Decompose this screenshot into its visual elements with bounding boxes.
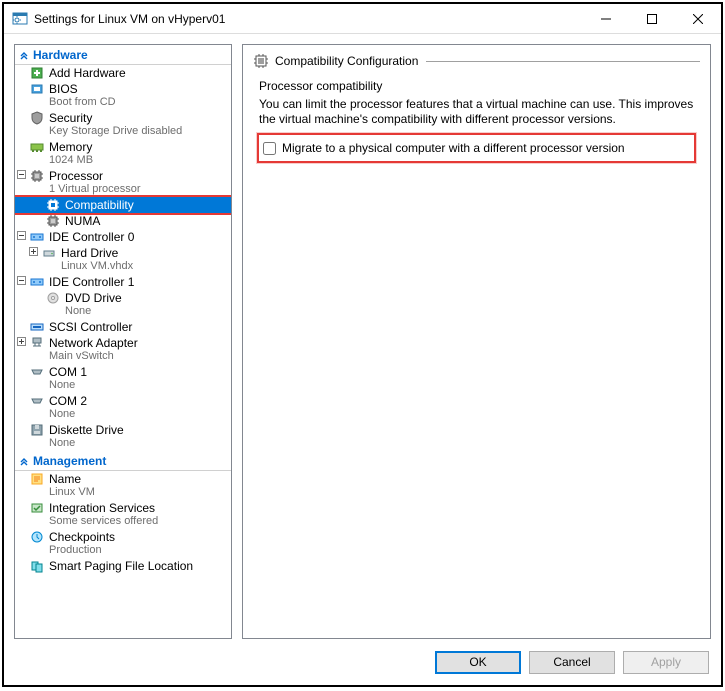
tree-scroll[interactable]: Add Hardware BIOSBoot from CD SecurityKe… [15, 65, 231, 638]
section-header-management[interactable]: Management [15, 451, 231, 471]
controller-icon [29, 230, 45, 244]
tree-item-hard-drive[interactable]: Hard DriveLinux VM.vhdx [15, 245, 231, 274]
tree-item-scsi[interactable]: SCSI Controller [15, 319, 231, 335]
collapse-icon [19, 456, 33, 466]
settings-window: Settings for Linux VM on vHyperv01 Hardw… [2, 2, 723, 687]
maximize-button[interactable] [629, 4, 675, 34]
tree-item-ide-1[interactable]: IDE Controller 1 [15, 274, 231, 290]
tree-item-smart-paging[interactable]: Smart Paging File Location [15, 558, 231, 574]
navigation-tree: Hardware Add Hardware BIOSBoot from CD S… [14, 44, 232, 639]
app-icon [12, 11, 28, 27]
collapse-toggle[interactable] [17, 231, 29, 240]
section-description: You can limit the processor features tha… [259, 97, 694, 127]
apply-button[interactable]: Apply [623, 651, 709, 674]
section-label: Processor compatibility [259, 79, 694, 93]
group-header: Compatibility Configuration [253, 53, 700, 69]
tree-item-integration[interactable]: Integration ServicesSome services offere… [15, 500, 231, 529]
tree-item-bios[interactable]: BIOSBoot from CD [15, 81, 231, 110]
tree-item-processor[interactable]: Processor1 Virtual processor [15, 168, 231, 197]
name-icon [29, 472, 45, 486]
serial-icon [29, 365, 45, 379]
window-title: Settings for Linux VM on vHyperv01 [34, 12, 583, 26]
tree-item-ide-0[interactable]: IDE Controller 0 [15, 229, 231, 245]
tree-item-add-hardware[interactable]: Add Hardware [15, 65, 231, 81]
cancel-button[interactable]: Cancel [529, 651, 615, 674]
titlebar: Settings for Linux VM on vHyperv01 [4, 4, 721, 34]
add-hardware-icon [29, 66, 45, 80]
collapse-toggle[interactable] [17, 276, 29, 285]
tree-item-diskette[interactable]: Diskette DriveNone [15, 422, 231, 451]
memory-icon [29, 140, 45, 154]
bios-icon [29, 82, 45, 96]
processor-icon [45, 214, 61, 228]
processor-icon [253, 53, 269, 69]
tree-item-name[interactable]: NameLinux VM [15, 471, 231, 500]
section-header-hardware[interactable]: Hardware [15, 45, 231, 65]
processor-compat-section: Processor compatibility You can limit th… [253, 79, 700, 163]
group-title: Compatibility Configuration [275, 54, 418, 68]
ok-button[interactable]: OK [435, 651, 521, 674]
section-label: Management [33, 454, 106, 468]
tree-item-checkpoints[interactable]: CheckpointsProduction [15, 529, 231, 558]
diskette-icon [29, 423, 45, 437]
minimize-button[interactable] [583, 4, 629, 34]
migrate-checkbox-label: Migrate to a physical computer with a di… [282, 141, 625, 155]
dvd-icon [45, 291, 61, 305]
close-button[interactable] [675, 4, 721, 34]
checkpoints-icon [29, 530, 45, 544]
tree-item-compatibility[interactable]: Compatibility [15, 197, 231, 213]
divider [426, 61, 700, 62]
serial-icon [29, 394, 45, 408]
controller-icon [29, 320, 45, 334]
tree-item-memory[interactable]: Memory1024 MB [15, 139, 231, 168]
collapse-icon [19, 50, 33, 60]
tree-item-dvd[interactable]: DVD DriveNone [15, 290, 231, 319]
network-icon [29, 336, 45, 350]
paging-icon [29, 559, 45, 573]
tree-item-security[interactable]: SecurityKey Storage Drive disabled [15, 110, 231, 139]
migrate-checkbox[interactable] [263, 142, 276, 155]
tree-item-numa[interactable]: NUMA [15, 213, 231, 229]
tree-item-com2[interactable]: COM 2None [15, 393, 231, 422]
processor-icon [45, 198, 61, 212]
shield-icon [29, 111, 45, 125]
harddrive-icon [41, 246, 57, 260]
tree-item-network[interactable]: Network AdapterMain vSwitch [15, 335, 231, 364]
highlight-compatibility: Compatibility [15, 195, 231, 215]
collapse-toggle[interactable] [17, 170, 29, 179]
tree-item-com1[interactable]: COM 1None [15, 364, 231, 393]
expand-toggle[interactable] [17, 337, 29, 346]
integration-icon [29, 501, 45, 515]
content-area: Hardware Add Hardware BIOSBoot from CD S… [4, 34, 721, 639]
section-label: Hardware [33, 48, 88, 62]
highlight-migrate-checkbox: Migrate to a physical computer with a di… [257, 133, 696, 163]
expand-toggle[interactable] [29, 247, 41, 256]
controller-icon [29, 275, 45, 289]
processor-icon [29, 169, 45, 183]
dialog-footer: OK Cancel Apply [4, 639, 721, 685]
details-panel: Compatibility Configuration Processor co… [242, 44, 711, 639]
